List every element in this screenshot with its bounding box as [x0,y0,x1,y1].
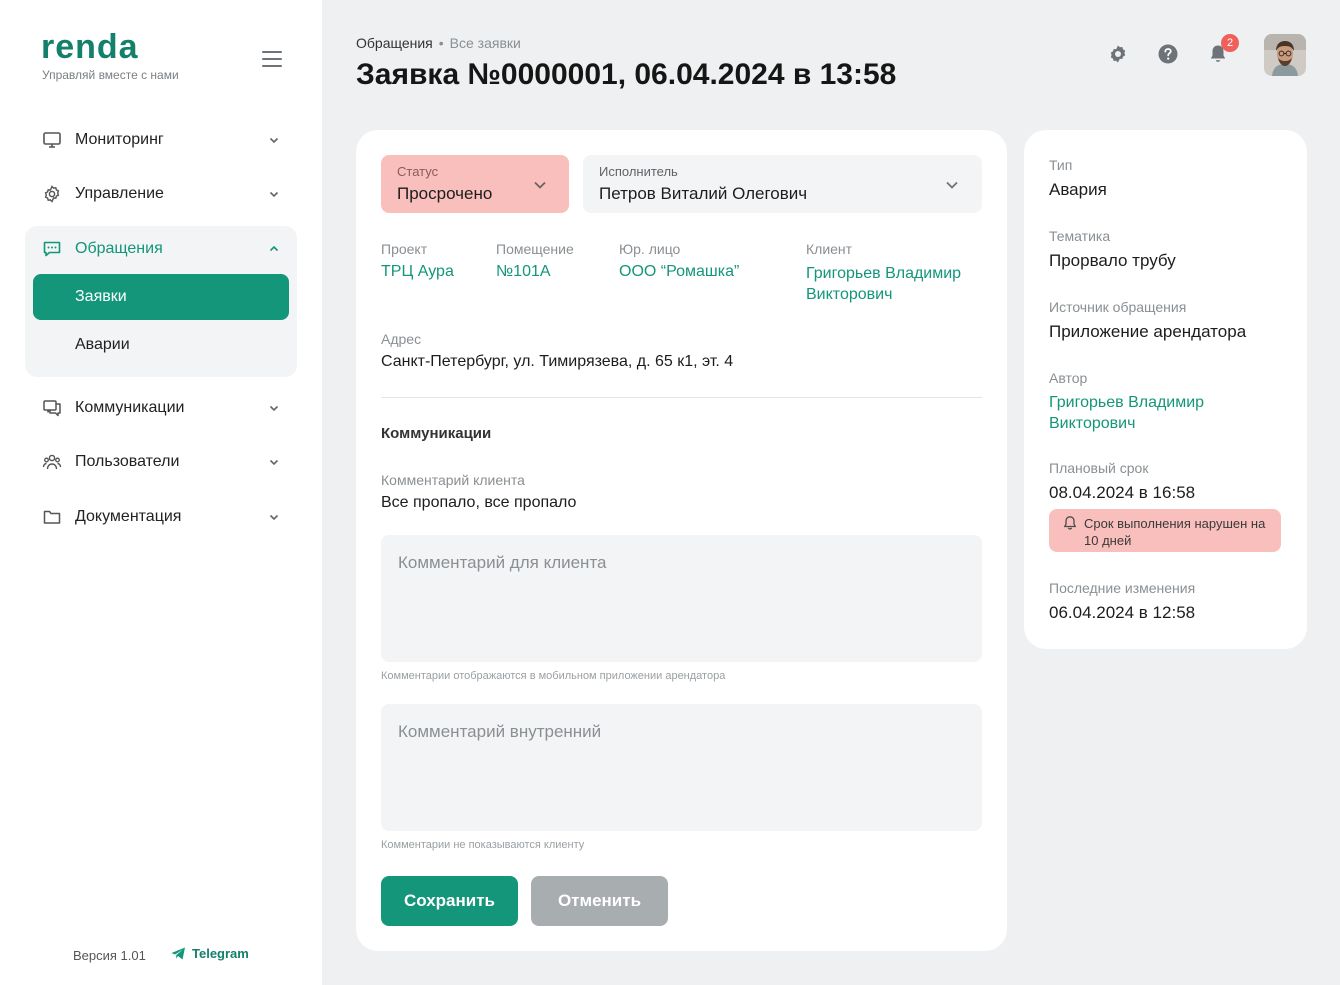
breadcrumb-current: Все заявки [449,35,521,51]
communications-heading: Коммуникации [381,425,492,442]
comment-internal-input[interactable] [381,704,982,831]
source-value: Приложение арендатора [1049,322,1247,341]
type-label: Тип [1049,157,1073,173]
sidebar: renda Управляй вместе с нами Мониторинг … [0,0,322,985]
sidebar-item-users[interactable]: Пользователи [41,447,281,477]
author-label: Автор [1049,370,1088,386]
deadline-warning: Срок выполнения нарушен на 10 дней [1049,509,1281,552]
room-label: Помещение [496,241,574,257]
last-changed-value: 06.04.2024 в 12:58 [1049,603,1196,622]
type-value: Авария [1049,180,1107,199]
topic-label: Тематика [1049,228,1111,244]
source-label: Источник обращения [1049,299,1187,315]
room-link[interactable]: №101А [496,263,551,281]
chevron-down-icon [267,133,281,147]
sidebar-item-monitoring[interactable]: Мониторинг [41,125,281,155]
client-link[interactable]: Григорьев Владимир Викторович [806,263,982,305]
executor-value: Петров Виталий Олегович [599,184,808,203]
sidebar-item-label: Управление [75,185,164,202]
tagline: Управляй вместе с нами [42,68,179,82]
client-comment-label: Комментарий клиента [381,472,525,488]
chevron-down-icon [267,401,281,415]
author-link[interactable]: Григорьев Владимир Викторович [1049,392,1259,434]
client-comment-value: Все пропало, все пропало [381,494,577,511]
comment-for-client-input[interactable] [381,535,982,662]
sidebar-item-management[interactable]: Управление [41,179,281,209]
status-value: Просрочено [397,184,493,203]
sidebar-item-label: Документация [75,508,182,525]
menu-toggle-button[interactable] [262,51,282,67]
executor-select[interactable]: Исполнитель Петров Виталий Олегович [583,155,982,213]
messages-icon [41,397,63,419]
address-value: Санкт-Петербург, ул. Тимирязева, д. 65 к… [381,353,734,370]
breadcrumb-separator: • [438,35,444,51]
executor-label: Исполнитель [599,164,678,179]
request-details-card [1024,130,1307,649]
telegram-link[interactable]: Telegram [171,946,249,961]
help-icon[interactable] [1157,43,1179,65]
project-label: Проект [381,241,428,257]
deadline-label: Плановый срок [1049,460,1149,476]
folder-icon [41,506,63,528]
sidebar-item-requests[interactable]: Обращения [41,234,281,264]
legal-entity-label: Юр. лицо [619,241,681,257]
deadline-warning-text: Срок выполнения нарушен на 10 дней [1084,516,1266,548]
telegram-label: Telegram [192,946,249,961]
breadcrumb: Обращения • Все заявки [356,35,521,51]
chat-icon [41,238,63,260]
comment-for-client-hint: Комментарии отображаются в мобильном при… [381,670,726,682]
save-button[interactable]: Сохранить [381,876,518,926]
chevron-down-icon [267,455,281,469]
version-label: Версия 1.01 [73,948,146,963]
topic-value: Прорвало трубу [1049,251,1176,270]
chevron-down-icon [944,177,960,193]
status-label: Статус [397,164,439,179]
sidebar-item-documentation[interactable]: Документация [41,502,281,532]
deadline-value: 08.04.2024 в 16:58 [1049,483,1196,502]
comment-internal-hint: Комментарии не показываются клиенту [381,839,585,851]
settings-icon[interactable] [1107,43,1129,65]
legal-entity-link[interactable]: ООО “Ромашка” [619,263,739,281]
chevron-down-icon [267,187,281,201]
page-title: Заявка №0000001, 06.04.2024 в 13:58 [356,58,897,91]
sidebar-subitem-accidents[interactable]: Аварии [33,322,289,368]
sidebar-item-label: Пользователи [75,453,180,470]
chevron-down-icon [532,177,548,193]
address-label: Адрес [381,331,422,347]
avatar[interactable] [1264,34,1306,76]
logo[interactable]: renda [41,28,139,67]
sidebar-subitem-tickets[interactable]: Заявки [33,274,289,320]
sidebar-item-label: Мониторинг [75,131,164,148]
breadcrumb-parent[interactable]: Обращения [356,35,433,51]
gear-icon [41,183,63,205]
chevron-down-icon [267,510,281,524]
sidebar-item-label: Коммуникации [75,399,185,416]
last-changed-label: Последние изменения [1049,580,1196,596]
sidebar-item-label: Обращения [75,240,163,257]
status-select[interactable]: Статус Просрочено [381,155,569,213]
divider [381,397,982,398]
cancel-button[interactable]: Отменить [531,876,668,926]
bell-icon [1062,515,1078,531]
telegram-icon [171,947,185,960]
client-label: Клиент [806,241,853,257]
notification-badge: 2 [1221,34,1239,52]
monitor-icon [41,129,63,151]
chevron-up-icon [267,242,281,256]
users-icon [41,451,63,473]
sidebar-item-communications[interactable]: Коммуникации [41,393,281,423]
project-link[interactable]: ТРЦ Аура [381,263,454,281]
